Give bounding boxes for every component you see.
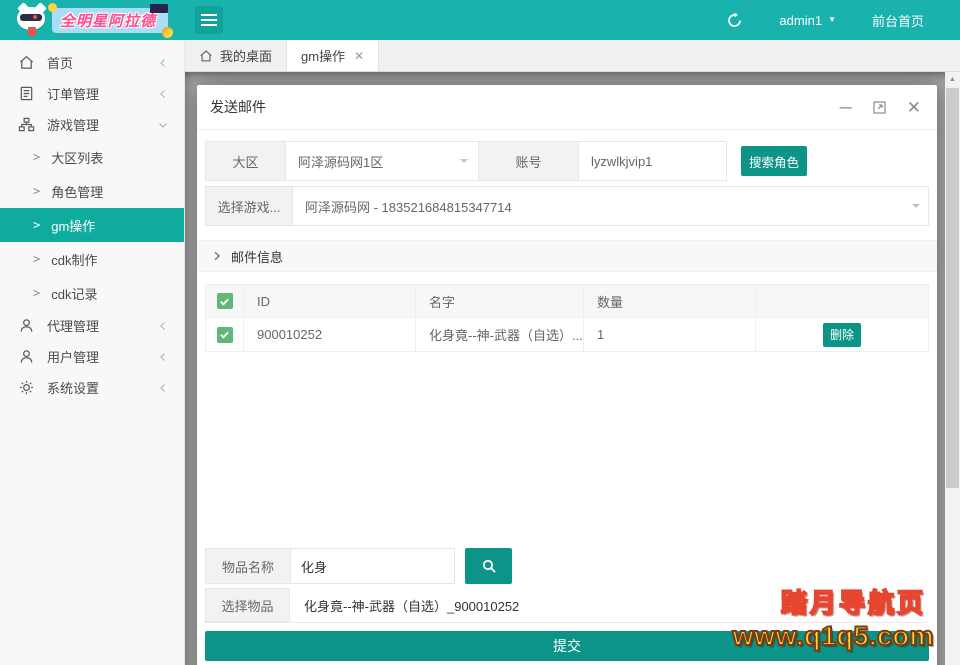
mail-info-section-header[interactable]: 邮件信息 bbox=[197, 240, 937, 272]
sidebar-item-games[interactable]: 游戏管理 bbox=[0, 109, 184, 140]
chevron-right-icon: > bbox=[33, 286, 40, 300]
person-icon bbox=[18, 348, 35, 365]
sidebar-item-cdk-make[interactable]: > cdk制作 bbox=[0, 242, 184, 276]
tab-bar: 我的桌面 gm操作 ✕ bbox=[185, 40, 960, 72]
logo-text: 全明星阿拉德 bbox=[60, 10, 156, 31]
chevron-right-icon bbox=[212, 251, 222, 261]
caret-down-icon: ▼ bbox=[828, 16, 836, 24]
account-input[interactable] bbox=[579, 142, 726, 180]
gear-icon bbox=[18, 379, 35, 396]
content-backdrop: 发送邮件 ─ ✕ 大区 阿泽源码网1区 账号 搜索 bbox=[185, 72, 960, 665]
column-header-qty: 数量 bbox=[584, 285, 756, 317]
select-item-label: 选择物品 bbox=[205, 588, 290, 622]
sidebar-item-role-manage[interactable]: > 角色管理 bbox=[0, 174, 184, 208]
close-icon[interactable]: ✕ bbox=[354, 49, 364, 63]
row-checkbox[interactable] bbox=[217, 327, 233, 343]
sidebar-item-orders[interactable]: 订单管理 bbox=[0, 78, 184, 109]
chevron-left-icon bbox=[158, 352, 168, 362]
sidebar-item-agents[interactable]: 代理管理 bbox=[0, 310, 184, 341]
scrollbar-thumb[interactable] bbox=[946, 88, 959, 488]
topbar: 全明星阿拉德 admin1 ▼ 前台首页 bbox=[0, 0, 960, 40]
select-all-checkbox[interactable] bbox=[217, 293, 233, 309]
delete-button[interactable]: 删除 bbox=[823, 323, 861, 347]
search-role-button[interactable]: 搜索角色 bbox=[741, 146, 807, 176]
chevron-down-icon bbox=[158, 120, 168, 130]
chevron-right-icon: > bbox=[33, 150, 40, 164]
cell-item-name: 化身竟--神-武器（自选）... bbox=[416, 318, 584, 351]
frontend-home-link[interactable]: 前台首页 bbox=[872, 11, 924, 30]
user-menu[interactable]: admin1 ▼ bbox=[779, 13, 836, 28]
item-search-row: 物品名称 bbox=[205, 548, 512, 584]
mail-items-table: ID 名字 数量 900010252 化身竟--神-武器（自选）... 1 bbox=[205, 284, 929, 352]
refresh-icon[interactable] bbox=[726, 12, 743, 29]
account-label: 账号 bbox=[478, 142, 579, 180]
dialog-header: 发送邮件 ─ ✕ bbox=[197, 85, 937, 130]
dialog-title: 发送邮件 bbox=[210, 97, 266, 117]
game-select[interactable]: 阿泽源码网 - 183521684815347714 bbox=[293, 187, 928, 225]
sidebar-item-cdk-record[interactable]: > cdk记录 bbox=[0, 276, 184, 310]
close-icon[interactable]: ✕ bbox=[907, 99, 921, 116]
vertical-scrollbar[interactable]: ▲ bbox=[945, 72, 960, 665]
person-icon bbox=[18, 317, 35, 334]
chevron-left-icon bbox=[158, 383, 168, 393]
hamburger-menu-button[interactable] bbox=[195, 6, 223, 34]
select-game-label: 选择游戏... bbox=[206, 187, 293, 225]
submit-button[interactable]: 提交 bbox=[205, 631, 929, 661]
search-item-button[interactable] bbox=[465, 548, 512, 584]
username: admin1 bbox=[779, 13, 822, 28]
item-name-label: 物品名称 bbox=[205, 548, 290, 584]
tab-gm-operate[interactable]: gm操作 ✕ bbox=[287, 40, 379, 71]
tab-my-desktop[interactable]: 我的桌面 bbox=[185, 40, 287, 71]
chevron-left-icon bbox=[158, 58, 168, 68]
cell-item-id: 900010252 bbox=[244, 318, 416, 351]
home-icon bbox=[18, 54, 35, 71]
chevron-right-icon: > bbox=[33, 252, 40, 266]
column-header-id: ID bbox=[244, 285, 416, 317]
chevron-left-icon bbox=[158, 321, 168, 331]
moon-icon bbox=[162, 27, 173, 38]
game-form-row: 选择游戏... 阿泽源码网 - 183521684815347714 bbox=[205, 186, 929, 226]
chevron-down-icon bbox=[912, 204, 920, 212]
table-row: 900010252 化身竟--神-武器（自选）... 1 删除 bbox=[205, 318, 929, 352]
sidebar-item-settings[interactable]: 系统设置 bbox=[0, 372, 184, 403]
chevron-right-icon: > bbox=[33, 218, 40, 232]
app-logo[interactable]: 全明星阿拉德 bbox=[0, 3, 185, 37]
home-icon bbox=[199, 49, 213, 63]
item-name-input[interactable] bbox=[290, 548, 455, 584]
selected-item-row: 选择物品 化身竟--神-武器（自选）_900010252 bbox=[205, 588, 929, 623]
search-form-row: 大区 阿泽源码网1区 账号 搜索角色 bbox=[205, 141, 807, 181]
region-select[interactable]: 阿泽源码网1区 bbox=[286, 142, 478, 180]
sidebar-item-region-list[interactable]: > 大区列表 bbox=[0, 140, 184, 174]
cell-item-qty: 1 bbox=[584, 318, 756, 351]
maximize-icon[interactable] bbox=[873, 101, 886, 114]
main-area: 我的桌面 gm操作 ✕ 发送邮件 ─ ✕ 大区 阿泽源 bbox=[185, 40, 960, 665]
document-icon bbox=[18, 85, 35, 102]
column-header-name: 名字 bbox=[416, 285, 584, 317]
chevron-right-icon: > bbox=[33, 184, 40, 198]
sitemap-icon bbox=[18, 116, 35, 133]
logo-band: 全明星阿拉德 bbox=[52, 8, 168, 33]
chevron-down-icon bbox=[460, 159, 468, 167]
sidebar: 首页 订单管理 游戏管理 > 大区列表 > 角色管理 > gm操作 > cdk制… bbox=[0, 40, 185, 665]
scroll-up-arrow-icon[interactable]: ▲ bbox=[945, 72, 960, 87]
minimize-icon[interactable]: ─ bbox=[840, 99, 852, 116]
sidebar-item-users[interactable]: 用户管理 bbox=[0, 341, 184, 372]
table-header-row: ID 名字 数量 bbox=[205, 284, 929, 318]
search-icon bbox=[481, 558, 497, 574]
mascot-cat-icon bbox=[16, 3, 48, 37]
region-label: 大区 bbox=[206, 142, 286, 180]
sidebar-item-home[interactable]: 首页 bbox=[0, 47, 184, 78]
sidebar-item-gm-operate[interactable]: > gm操作 bbox=[0, 208, 184, 242]
send-mail-dialog: 发送邮件 ─ ✕ 大区 阿泽源码网1区 账号 搜索 bbox=[197, 85, 937, 665]
chevron-left-icon bbox=[158, 89, 168, 99]
selected-item-value: 化身竟--神-武器（自选）_900010252 bbox=[304, 596, 519, 615]
